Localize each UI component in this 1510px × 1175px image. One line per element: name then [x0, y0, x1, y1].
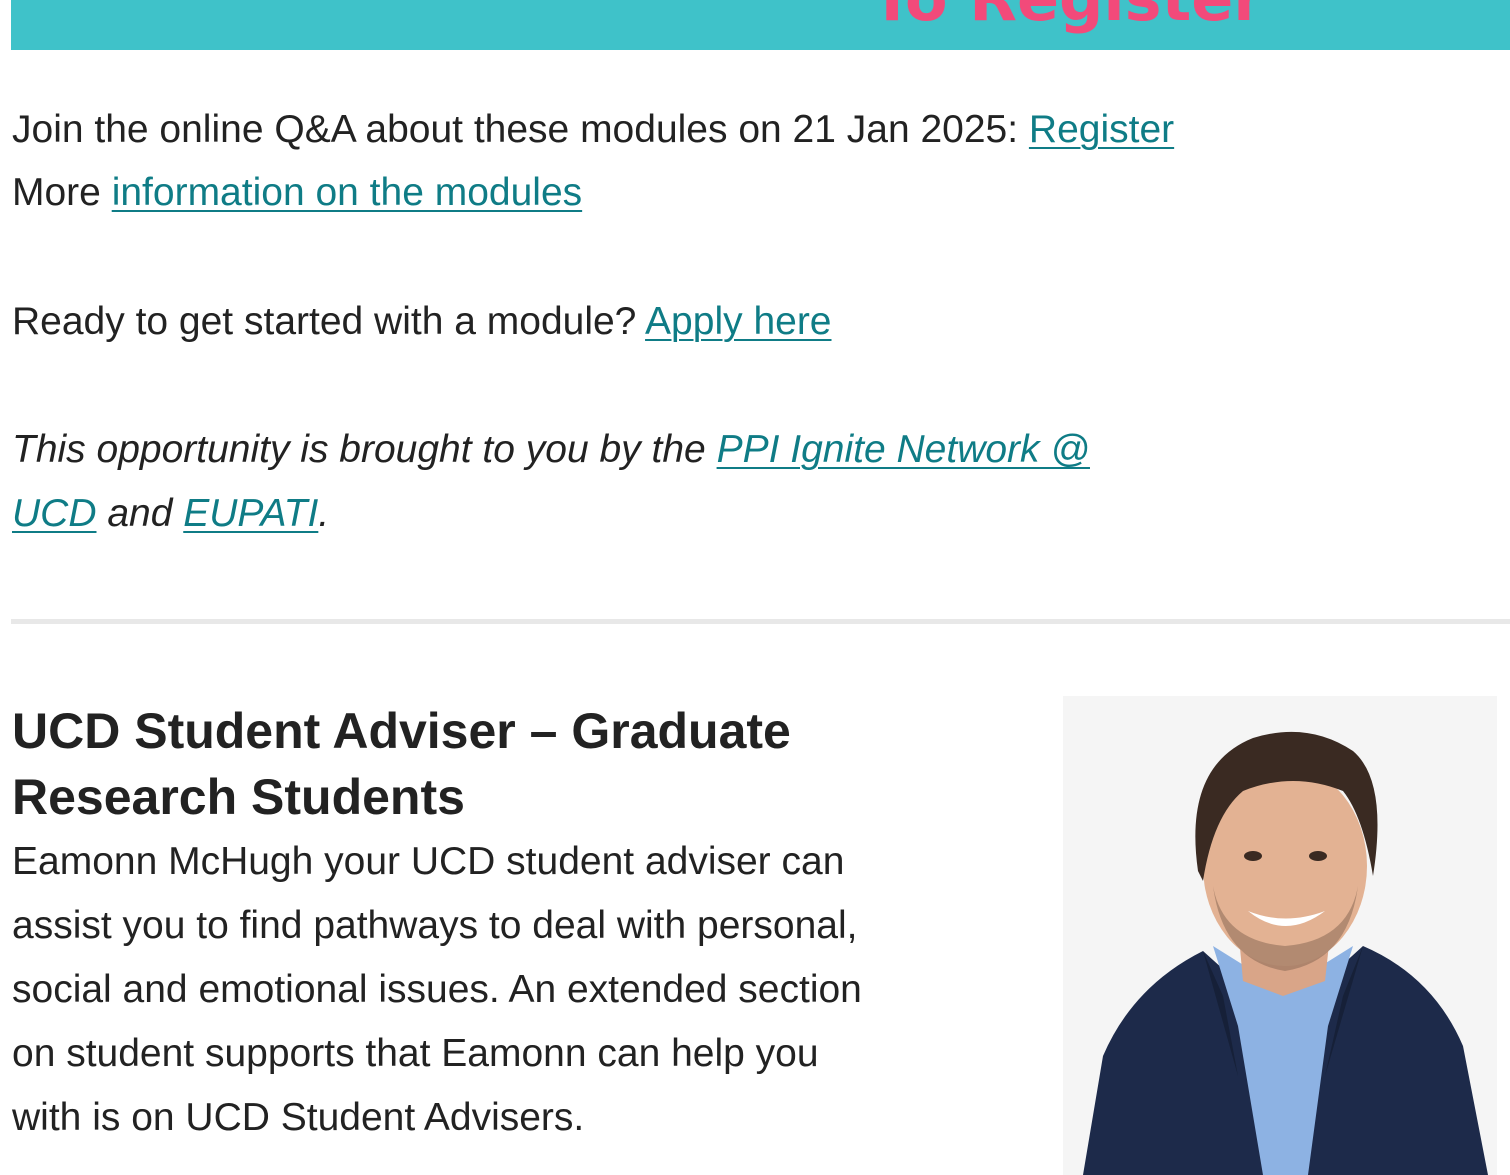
register-banner: To Register [11, 0, 1510, 50]
apply-text: Ready to get started with a module? [12, 300, 646, 343]
person-photo-icon [1063, 696, 1497, 1175]
adviser-heading-line-1: UCD Student Adviser – Graduate [12, 703, 791, 759]
credit-line-1: This opportunity is brought to you by th… [12, 425, 1090, 475]
adviser-body-line-2: assist you to find pathways to deal with… [12, 904, 858, 947]
modules-info-link[interactable]: information on the modules [112, 171, 582, 214]
ppi-ignite-link-ucd[interactable]: UCD [12, 492, 97, 535]
adviser-body-line-4: on student supports that Eamonn can help… [12, 1032, 819, 1075]
more-info-line: More information on the modules [12, 168, 582, 218]
register-link[interactable]: Register [1029, 108, 1174, 151]
credit-prefix: This opportunity is brought to you by th… [12, 428, 717, 471]
adviser-heading: UCD Student Adviser – Graduate Research … [12, 698, 992, 830]
section-divider [11, 619, 1510, 624]
credit-middle: and [96, 492, 184, 535]
eupati-link[interactable]: EUPATI [183, 492, 318, 535]
apply-line: Ready to get started with a module? Appl… [12, 297, 832, 347]
qa-line: Join the online Q&A about these modules … [12, 105, 1174, 155]
adviser-heading-line-2: Research Students [12, 769, 465, 825]
ppi-ignite-link[interactable]: PPI Ignite Network @ [717, 428, 1090, 471]
apply-here-link[interactable]: Apply here [645, 300, 831, 343]
banner-title: To Register [871, 0, 1264, 34]
adviser-description: Eamonn McHugh your UCD student adviser c… [12, 830, 972, 1150]
adviser-body-line-5: with is on UCD Student Advisers. [12, 1096, 585, 1139]
adviser-body-line-3: social and emotional issues. An extended… [12, 968, 862, 1011]
credit-line-2: UCD and EUPATI. [12, 489, 329, 539]
credit-suffix: . [318, 492, 330, 535]
more-text: More [12, 171, 112, 214]
qa-text: Join the online Q&A about these modules … [12, 108, 1029, 151]
adviser-body-line-1: Eamonn McHugh your UCD student adviser c… [12, 840, 845, 883]
